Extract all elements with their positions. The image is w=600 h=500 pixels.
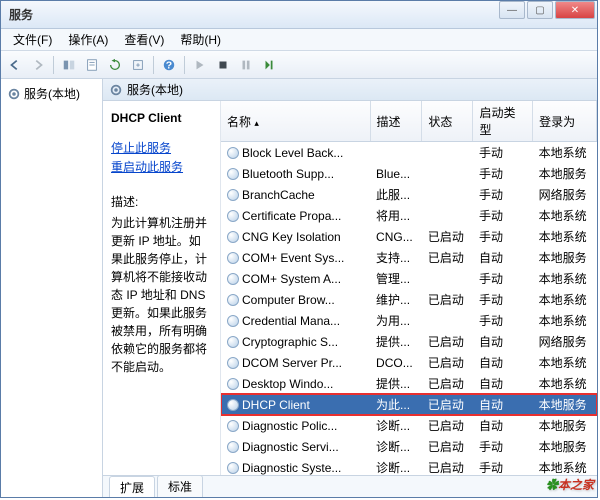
table-row[interactable]: BranchCache此服...手动网络服务	[221, 184, 597, 205]
services-table-wrap[interactable]: 名称 ▴ 描述 状态 启动类型 登录为 Block Level Back...手…	[221, 101, 597, 475]
window-controls: — ▢ ✕	[499, 1, 595, 19]
stop-service-link[interactable]: 停止此服务	[111, 139, 212, 156]
back-icon[interactable]	[5, 55, 25, 75]
menu-3[interactable]: 帮助(H)	[172, 29, 229, 50]
minimize-button[interactable]: —	[499, 1, 525, 19]
window-title: 服务	[1, 6, 33, 23]
titlebar[interactable]: 服务 — ▢ ✕	[1, 1, 597, 29]
table-row[interactable]: Certificate Propa...将用...手动本地系统	[221, 205, 597, 226]
restart-service-link[interactable]: 重启动此服务	[111, 158, 212, 175]
sort-asc-icon: ▴	[254, 118, 259, 128]
service-icon	[227, 231, 239, 243]
properties-icon[interactable]	[82, 55, 102, 75]
start-service-icon[interactable]	[190, 55, 210, 75]
service-detail-panel: DHCP Client 停止此服务 重启动此服务 描述: 为此计算机注册并更新 …	[103, 101, 221, 475]
table-row[interactable]: COM+ System A...管理...手动本地系统	[221, 268, 597, 289]
table-row[interactable]: DHCP Client为此...已启动自动本地服务	[221, 394, 597, 415]
service-icon	[227, 252, 239, 264]
service-icon	[227, 420, 239, 432]
service-icon	[227, 462, 239, 474]
services-window: 服务 — ▢ ✕ 文件(F)操作(A)查看(V)帮助(H) ? 服务(本地)	[0, 0, 598, 498]
refresh-icon[interactable]	[105, 55, 125, 75]
service-icon	[227, 294, 239, 306]
table-row[interactable]: Credential Mana...为用...手动本地系统	[221, 310, 597, 331]
main-pane: 服务(本地) DHCP Client 停止此服务 重启动此服务 描述: 为此计算…	[103, 79, 597, 497]
tab-extended[interactable]: 扩展	[109, 476, 155, 497]
close-button[interactable]: ✕	[555, 1, 595, 19]
body-split: 服务(本地) 服务(本地) DHCP Client 停止此服务 重启动此服务 描…	[1, 79, 597, 497]
stop-service-icon[interactable]	[213, 55, 233, 75]
services-table: 名称 ▴ 描述 状态 启动类型 登录为 Block Level Back...手…	[221, 101, 597, 475]
table-row[interactable]: DCOM Server Pr...DCO...已启动自动本地系统	[221, 352, 597, 373]
column-startup-type[interactable]: 启动类型	[473, 101, 533, 142]
service-icon	[227, 336, 239, 348]
description-text: 为此计算机注册并更新 IP 地址。如果此服务停止，计算机将不能接收动态 IP 地…	[111, 214, 212, 376]
service-icon	[227, 189, 239, 201]
show-hide-icon[interactable]	[59, 55, 79, 75]
table-row[interactable]: Block Level Back...手动本地系统	[221, 142, 597, 164]
table-row[interactable]: Desktop Windo...提供...已启动自动本地系统	[221, 373, 597, 394]
toolbar-separator	[53, 56, 54, 74]
detail-split: DHCP Client 停止此服务 重启动此服务 描述: 为此计算机注册并更新 …	[103, 101, 597, 475]
gear-icon	[7, 87, 21, 101]
tree-pane: 服务(本地)	[1, 79, 103, 497]
table-row[interactable]: CNG Key IsolationCNG...已启动手动本地系统	[221, 226, 597, 247]
export-icon[interactable]	[128, 55, 148, 75]
service-icon	[227, 273, 239, 285]
table-row[interactable]: COM+ Event Sys...支持...已启动自动本地服务	[221, 247, 597, 268]
pane-title: 服务(本地)	[127, 81, 183, 98]
selected-service-name: DHCP Client	[111, 111, 212, 125]
watermark: ✿本之家	[546, 476, 594, 494]
service-icon	[227, 147, 239, 159]
table-row[interactable]: Bluetooth Supp...Blue...手动本地服务	[221, 163, 597, 184]
menu-0[interactable]: 文件(F)	[5, 29, 60, 50]
service-icon	[227, 315, 239, 327]
tree-root-label: 服务(本地)	[24, 85, 80, 102]
pane-header: 服务(本地)	[103, 79, 597, 101]
table-row[interactable]: Diagnostic Servi...诊断...已启动手动本地服务	[221, 436, 597, 457]
help-icon[interactable]: ?	[159, 55, 179, 75]
column-name[interactable]: 名称 ▴	[221, 101, 370, 142]
view-tabs: 扩展 标准	[103, 475, 597, 497]
column-logon-as[interactable]: 登录为	[533, 101, 597, 142]
maximize-button[interactable]: ▢	[527, 1, 553, 19]
description-label: 描述:	[111, 193, 212, 210]
table-row[interactable]: Diagnostic Syste...诊断...已启动手动本地系统	[221, 457, 597, 475]
menu-bar: 文件(F)操作(A)查看(V)帮助(H)	[1, 29, 597, 51]
table-row[interactable]: Computer Brow...维护...已启动手动本地系统	[221, 289, 597, 310]
table-row[interactable]: Diagnostic Polic...诊断...已启动自动本地服务	[221, 415, 597, 436]
column-status[interactable]: 状态	[422, 101, 473, 142]
service-icon	[227, 357, 239, 369]
toolbar-separator	[153, 56, 154, 74]
service-icon	[227, 210, 239, 222]
service-icon	[227, 441, 239, 453]
restart-service-icon[interactable]	[259, 55, 279, 75]
column-description[interactable]: 描述	[370, 101, 422, 142]
forward-icon[interactable]	[28, 55, 48, 75]
pause-service-icon[interactable]	[236, 55, 256, 75]
service-icon	[227, 168, 239, 180]
tab-standard[interactable]: 标准	[157, 475, 203, 497]
toolbar: ?	[1, 51, 597, 79]
gear-icon	[109, 83, 123, 97]
menu-1[interactable]: 操作(A)	[60, 29, 116, 50]
service-icon	[227, 399, 239, 411]
menu-2[interactable]: 查看(V)	[116, 29, 172, 50]
toolbar-separator	[184, 56, 185, 74]
table-row[interactable]: Cryptographic S...提供...已启动自动网络服务	[221, 331, 597, 352]
tree-root-services[interactable]: 服务(本地)	[5, 83, 98, 104]
svg-text:?: ?	[166, 59, 172, 71]
service-icon	[227, 378, 239, 390]
